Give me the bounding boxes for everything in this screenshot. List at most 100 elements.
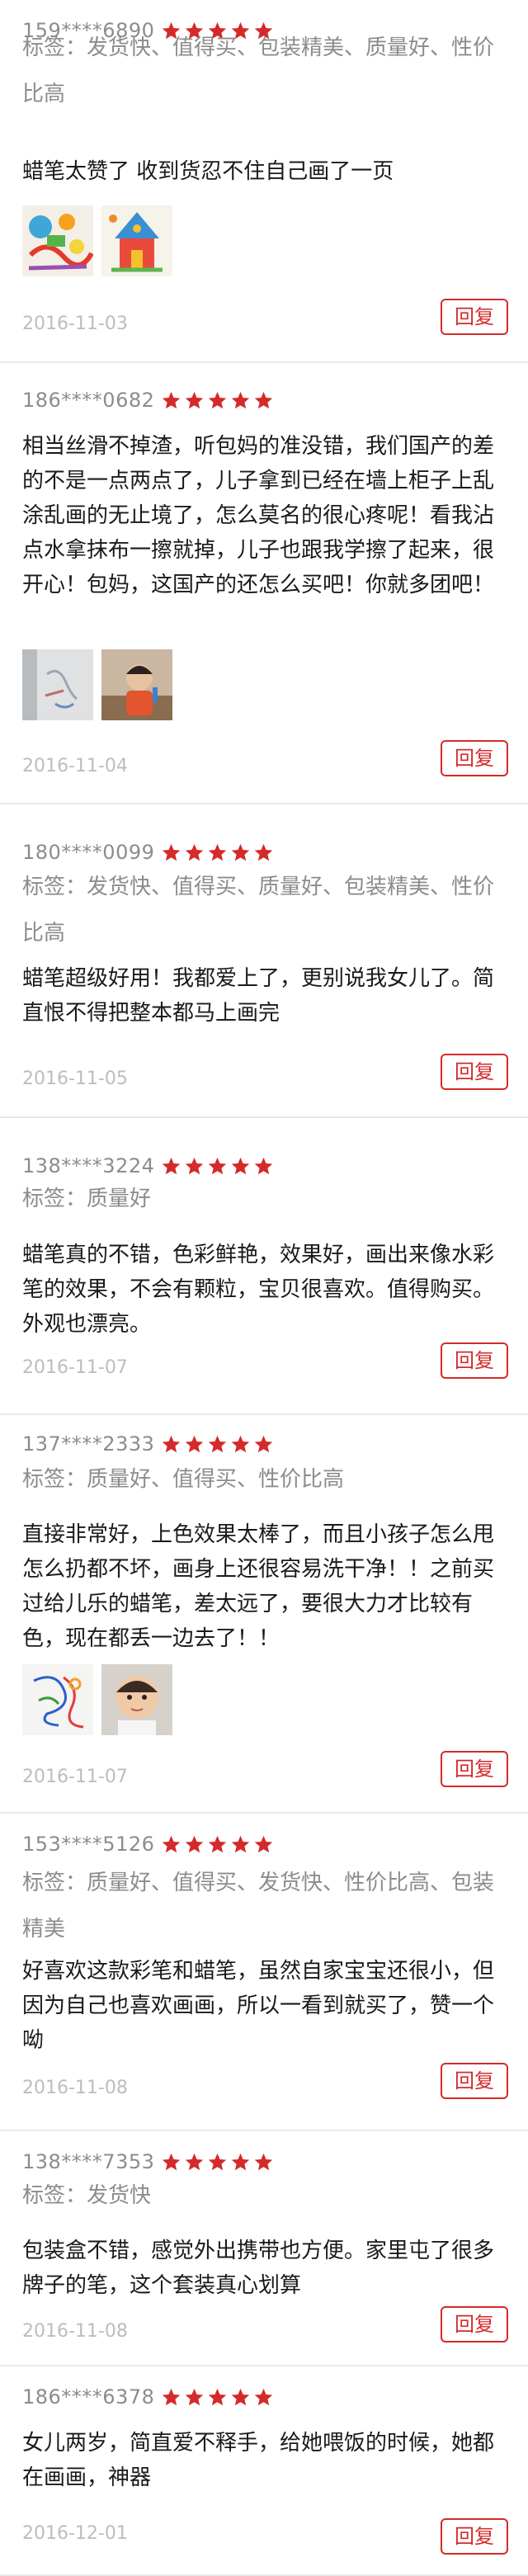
- baby-photo[interactable]: [101, 1664, 172, 1735]
- star-rating: [161, 2152, 276, 2173]
- star-icon: [161, 390, 182, 411]
- star-icon: [184, 1434, 205, 1455]
- review-photos: [22, 205, 181, 276]
- review-photos: [22, 649, 181, 720]
- review-header: 186****0682: [22, 388, 276, 413]
- review-date: 2016-11-04: [22, 756, 128, 776]
- star-icon: [253, 390, 274, 411]
- star-rating: [161, 1434, 276, 1455]
- reply-button[interactable]: 回复: [441, 299, 508, 335]
- review-tags: 标签：发货快、值得买、质量好、包装精美、性价比高: [22, 875, 495, 946]
- star-icon: [207, 390, 228, 411]
- reviewer-name: 138****7353: [22, 2150, 155, 2173]
- star-icon: [207, 2152, 228, 2173]
- star-rating: [161, 390, 276, 411]
- star-icon: [230, 2387, 251, 2408]
- review-date: 2016-11-05: [22, 1069, 128, 1089]
- review-text: 女儿两岁，简直爱不释手，给她喂饭的时候，她都在画画，神器: [22, 2431, 495, 2490]
- reviewer-name: 186****0682: [22, 389, 155, 412]
- star-icon: [207, 842, 228, 863]
- reply-button[interactable]: 回复: [441, 1751, 508, 1787]
- reviewer-name: 180****0099: [22, 841, 155, 864]
- review-card: 138****7353 标签：发货快包装盒不错，感觉外出携带也方便。家里屯了很多牌…: [0, 2131, 528, 2366]
- review-tags: 标签：质量好: [22, 1187, 152, 1211]
- star-icon: [253, 1834, 274, 1855]
- review-header: 138****3224: [22, 1154, 276, 1178]
- star-icon: [184, 842, 205, 863]
- star-icon: [161, 1434, 182, 1455]
- review-tags: 标签：质量好、值得买、发货快、性价比高、包装精美: [22, 1871, 495, 1941]
- wall-scribble-photo[interactable]: [22, 649, 93, 720]
- review-date: 2016-11-03: [22, 314, 128, 334]
- star-rating: [161, 842, 276, 863]
- reply-button[interactable]: 回复: [441, 2518, 508, 2555]
- colored-drawing-photo[interactable]: [22, 205, 93, 276]
- star-icon: [207, 2387, 228, 2408]
- review-tags: 标签：质量好、值得买、性价比高: [22, 1467, 345, 1492]
- review-header: 137****2333: [22, 1432, 276, 1456]
- star-icon: [207, 1834, 228, 1855]
- review-photos: [22, 1664, 181, 1735]
- review-card: 159****6890 标签：发货快、值得买、包装精美、质量好、性价比高 蜡笔太赞了…: [0, 0, 528, 363]
- reply-button[interactable]: 回复: [441, 1054, 508, 1090]
- review-tags: 标签：发货快、值得买、包装精美、质量好、性价比高: [22, 35, 495, 106]
- star-icon: [207, 1434, 228, 1455]
- star-rating: [161, 2387, 276, 2408]
- review-card: 180****0099 标签：发货快、值得买、质量好、包装精美、性价比高蜡笔超级好…: [0, 804, 528, 1118]
- star-icon: [230, 1834, 251, 1855]
- reviewer-name: 138****3224: [22, 1154, 155, 1177]
- reviewer-name: 153****5126: [22, 1833, 155, 1856]
- review-card: 186****0682 相当丝滑不掉渣，听包妈的准没错，我们国产的差的不是一点两点…: [0, 363, 528, 804]
- star-icon: [230, 842, 251, 863]
- review-text: 蜡笔真的不错，色彩鲜艳，效果好，画出来像水彩笔的效果，不会有颗粒，宝贝很喜欢。值…: [22, 1243, 495, 1337]
- star-icon: [161, 1834, 182, 1855]
- reviewer-name: 186****6378: [22, 2385, 155, 2409]
- star-icon: [184, 390, 205, 411]
- review-text: 好喜欢这款彩笔和蜡笔，虽然自家宝宝还很小，但因为自己也喜欢画画，所以一看到就买了…: [22, 1959, 495, 2053]
- star-icon: [230, 1156, 251, 1177]
- review-text: 直接非常好，上色效果太棒了，而且小孩子怎么甩怎么扔都不坏，画身上还很容易洗干净！…: [22, 1522, 495, 1651]
- review-header: 153****5126: [22, 1832, 276, 1857]
- star-icon: [253, 1156, 274, 1177]
- review-card: 153****5126 标签：质量好、值得买、发货快、性价比高、包装精美好喜欢这款…: [0, 1814, 528, 2131]
- review-card: 137****2333 标签：质量好、值得买、性价比高直接非常好，上色效果太棒了，…: [0, 1415, 528, 1814]
- star-icon: [184, 2152, 205, 2173]
- review-header: 138****7353: [22, 2149, 276, 2174]
- reply-button[interactable]: 回复: [441, 740, 508, 776]
- review-date: 2016-12-01: [22, 2523, 128, 2544]
- reply-button[interactable]: 回复: [441, 2306, 508, 2342]
- star-icon: [161, 1156, 182, 1177]
- review-text: 蜡笔超级好用！我都爱上了，更别说我女儿了。简直恨不得把整本都马上画完: [22, 966, 495, 1026]
- star-icon: [230, 2152, 251, 2173]
- review-tags: 标签：发货快: [22, 2183, 152, 2208]
- star-icon: [184, 1834, 205, 1855]
- reviewer-name: 137****2333: [22, 1432, 155, 1455]
- star-icon: [230, 1434, 251, 1455]
- star-rating: [161, 1834, 276, 1855]
- star-icon: [253, 842, 274, 863]
- reply-button[interactable]: 回复: [441, 2063, 508, 2099]
- review-header: 186****6378: [22, 2385, 276, 2409]
- star-icon: [230, 390, 251, 411]
- child-photo[interactable]: [101, 649, 172, 720]
- star-icon: [161, 2152, 182, 2173]
- review-text: 相当丝滑不掉渣，听包妈的准没错，我们国产的差的不是一点两点了，儿子拿到已经在墙上…: [22, 434, 495, 597]
- review-card: 138****3224 标签：质量好蜡笔真的不错，色彩鲜艳，效果好，画出来像水彩笔…: [0, 1118, 528, 1415]
- review-header: 180****0099: [22, 840, 276, 865]
- star-icon: [161, 842, 182, 863]
- star-icon: [253, 2152, 274, 2173]
- star-icon: [184, 1156, 205, 1177]
- star-icon: [184, 2387, 205, 2408]
- colored-castle-drawing-photo[interactable]: [101, 205, 172, 276]
- star-icon: [161, 2387, 182, 2408]
- review-text: 包装盒不错，感觉外出携带也方便。家里屯了很多牌子的笔，这个套装真心划算: [22, 2239, 495, 2298]
- reply-button[interactable]: 回复: [441, 1342, 508, 1379]
- star-icon: [253, 2387, 274, 2408]
- review-text: 蜡笔太赞了 收到货忍不住自己画了一页: [22, 159, 394, 184]
- review-date: 2016-11-08: [22, 2321, 128, 2342]
- review-date: 2016-11-08: [22, 2078, 128, 2098]
- scribble-paper-photo[interactable]: [22, 1664, 93, 1735]
- review-date: 2016-11-07: [22, 1357, 128, 1378]
- star-icon: [207, 1156, 228, 1177]
- star-icon: [253, 1434, 274, 1455]
